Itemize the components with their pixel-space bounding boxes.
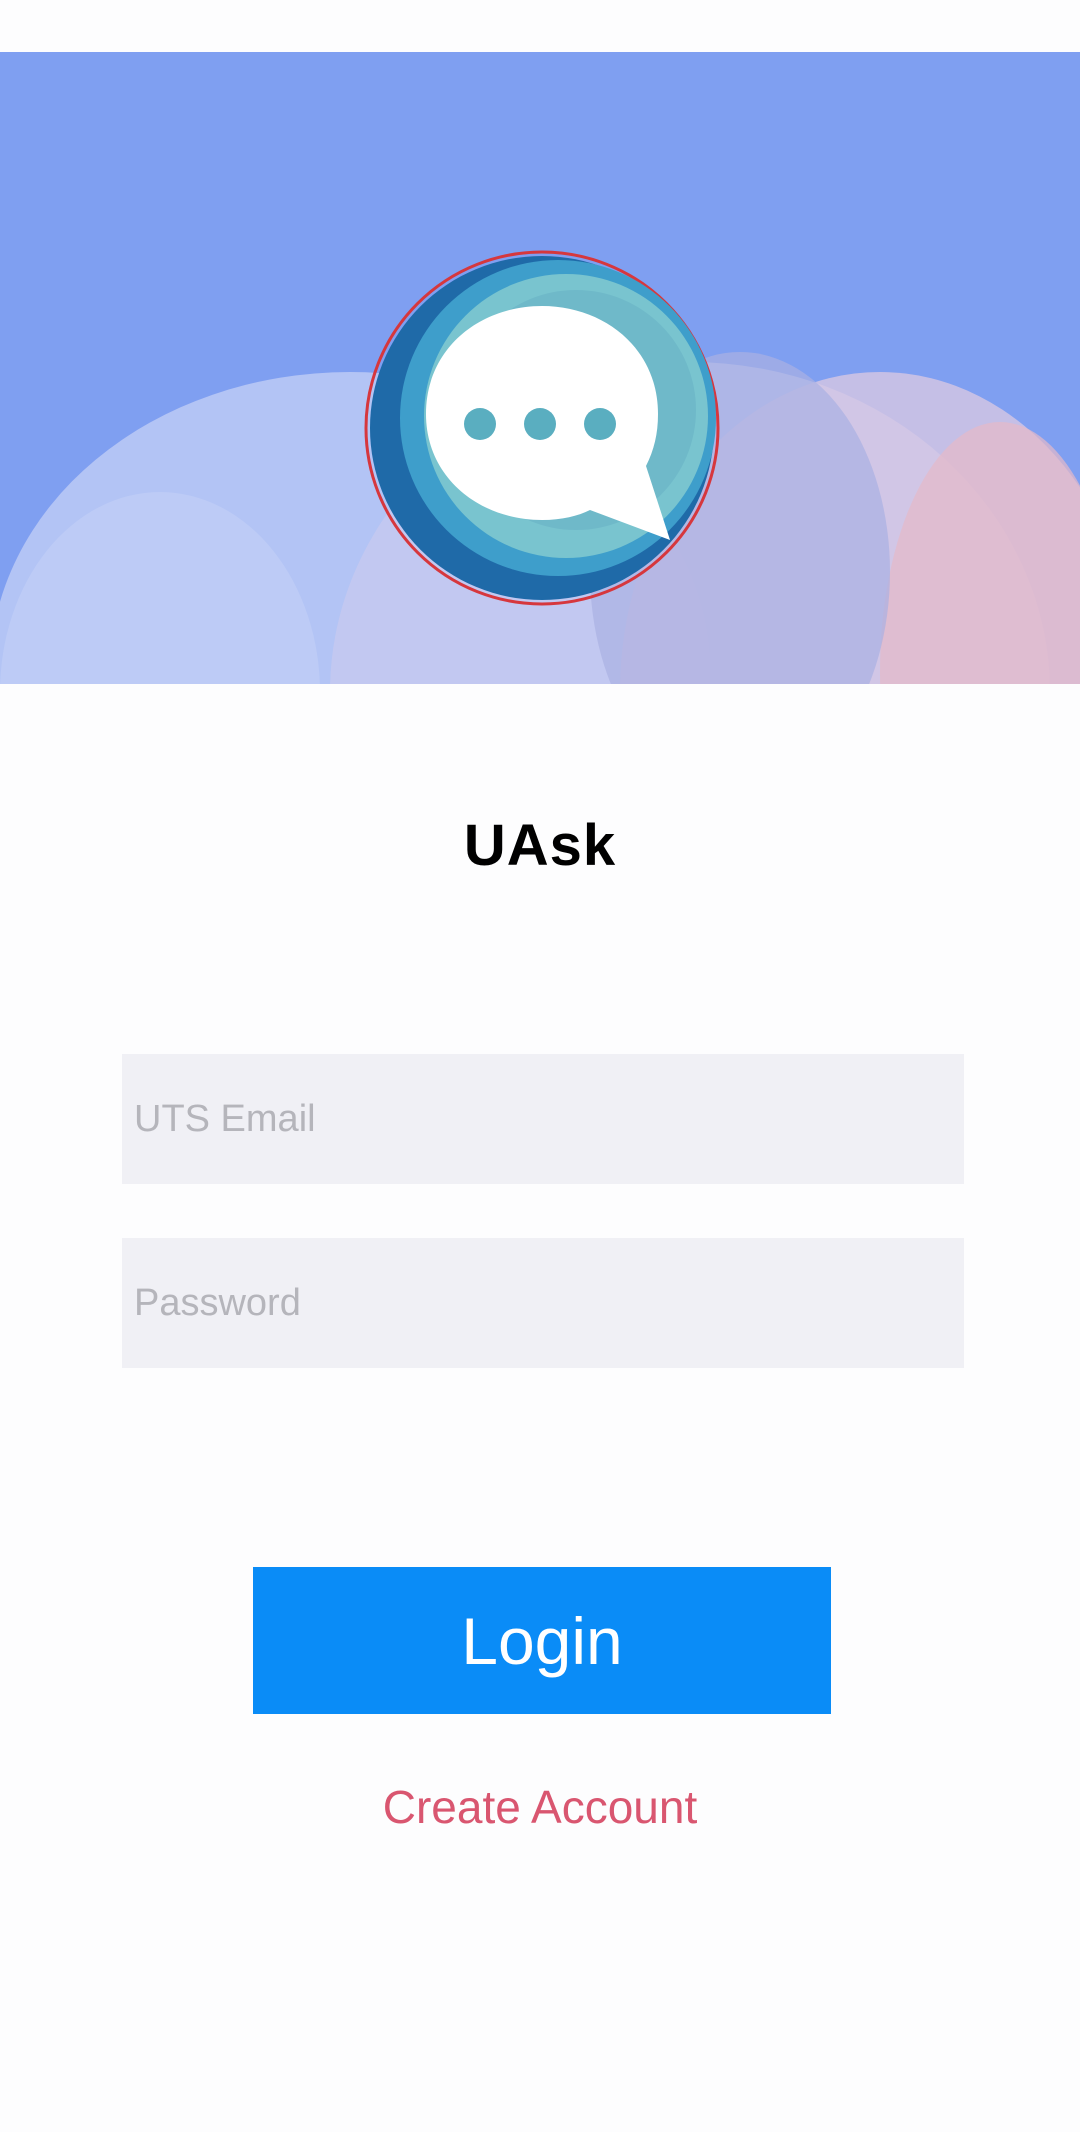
create-account-link[interactable]: Create Account: [0, 1780, 1080, 1834]
hero-banner: [0, 52, 1080, 684]
chat-bubble-ellipsis-icon: [364, 250, 720, 606]
login-button[interactable]: Login: [253, 1567, 831, 1714]
app-title: UAsk: [463, 813, 617, 878]
password-field[interactable]: [122, 1238, 964, 1368]
login-screen: UAsk Login Create Account: [0, 0, 1080, 2132]
email-field[interactable]: [122, 1054, 964, 1184]
